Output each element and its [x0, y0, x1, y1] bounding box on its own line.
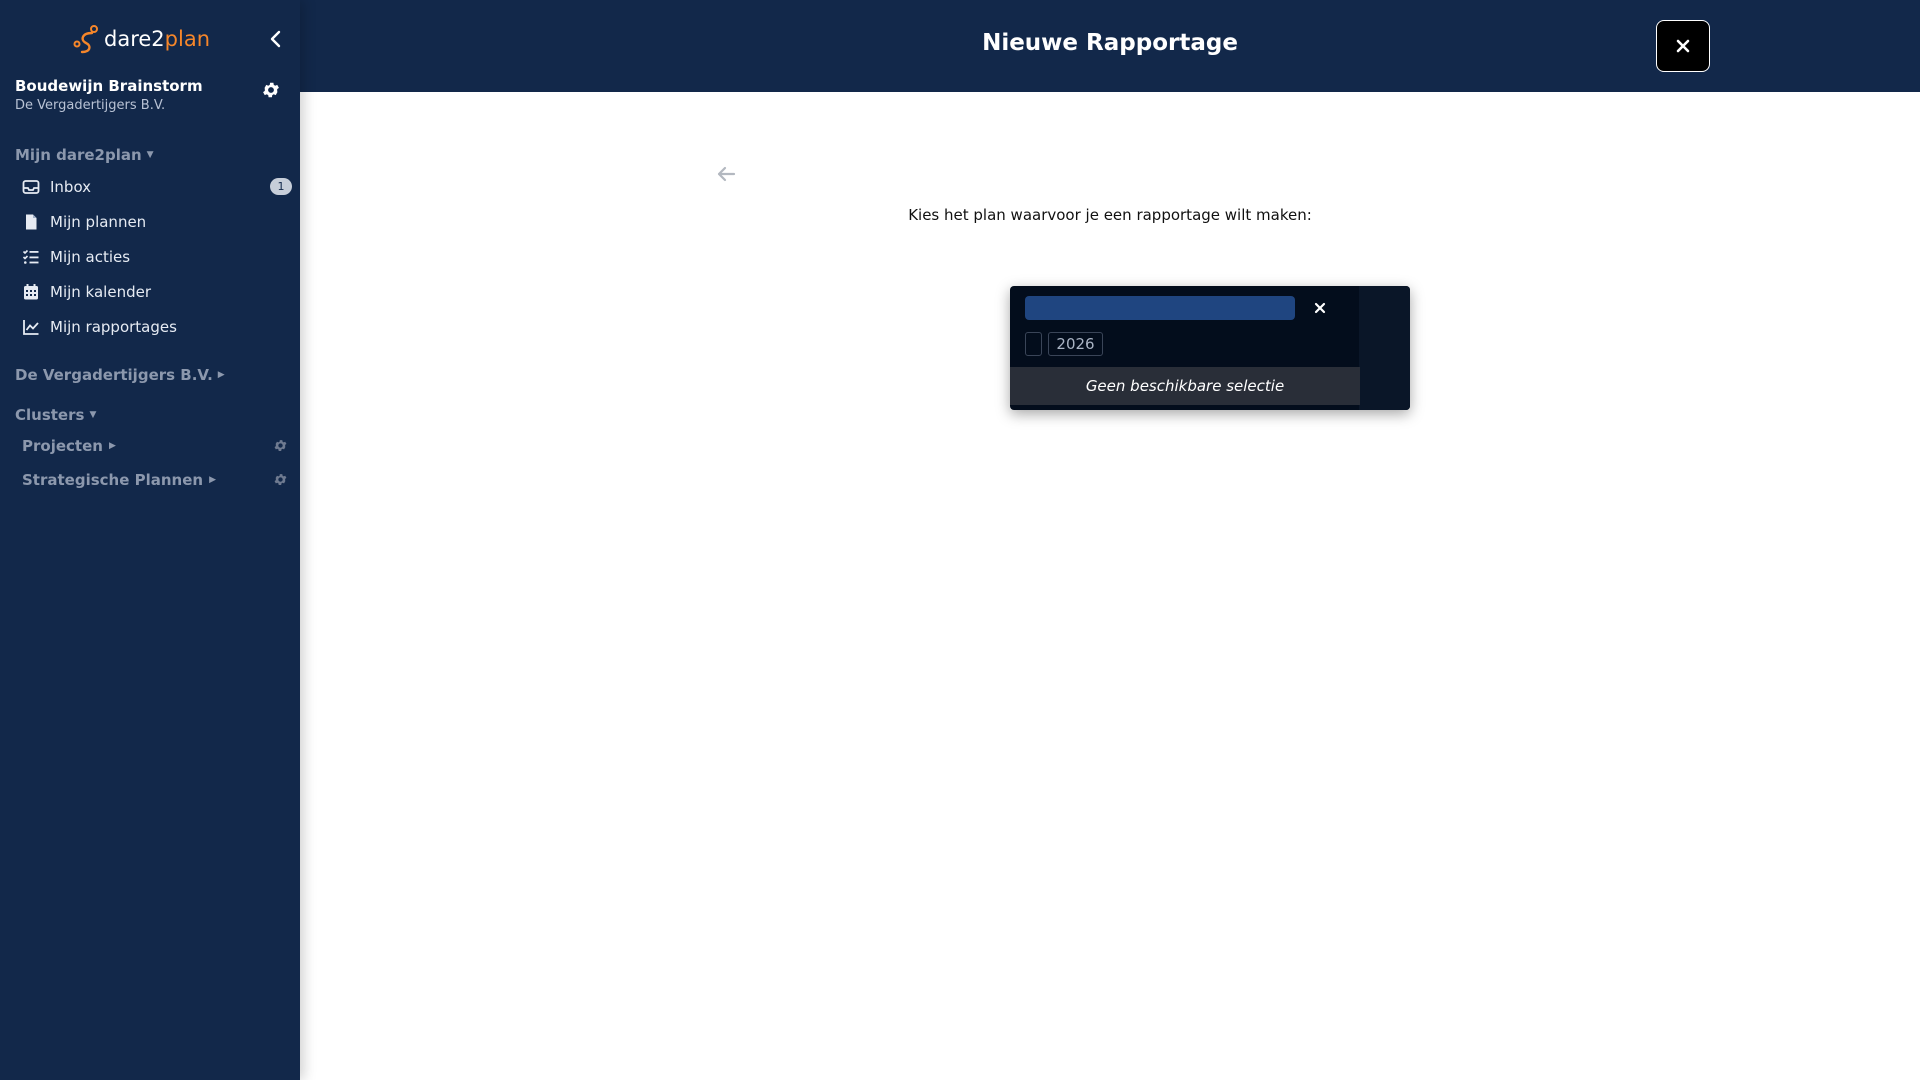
caret-down-icon: ▼ — [89, 410, 97, 420]
sidebar-item-mijn-acties[interactable]: Mijn acties — [22, 242, 292, 272]
year-filter-chip[interactable]: 2026 — [1048, 332, 1103, 356]
logo-text-dare2: dare2 — [104, 27, 165, 51]
sidebar-item-label: Inbox — [50, 178, 92, 196]
close-button[interactable] — [1656, 20, 1710, 72]
section-clusters[interactable]: Clusters ▼ — [15, 406, 96, 424]
user-profile: Boudewijn Brainstorm De Vergadertijgers … — [15, 76, 285, 116]
gear-icon[interactable] — [261, 80, 281, 100]
caret-right-icon: ▶ — [108, 441, 116, 451]
caret-right-icon: ▶ — [209, 475, 216, 485]
logo-row: dare2 plan — [0, 20, 300, 58]
calendar-icon — [24, 284, 38, 300]
close-icon — [1676, 39, 1690, 53]
sidebar-item-mijn-plannen[interactable]: Mijn plannen — [22, 207, 292, 237]
sidebar-item-label: Mijn kalender — [50, 283, 151, 301]
collapse-sidebar-button[interactable] — [264, 26, 286, 52]
logo-mark-icon — [73, 25, 98, 54]
cluster-item-projecten[interactable]: Projecten ▶ — [22, 434, 288, 458]
section-org-label: De Vergadertijgers B.V. — [15, 366, 213, 384]
picker-side-strip — [1359, 286, 1410, 410]
sidebar-item-mijn-kalender[interactable]: Mijn kalender — [22, 277, 292, 307]
close-icon — [1314, 302, 1326, 314]
section-clusters-label: Clusters — [15, 406, 85, 424]
gear-icon[interactable] — [273, 472, 288, 487]
sidebar-item-inbox[interactable]: Inbox 1 — [22, 172, 292, 202]
user-organization: De Vergadertijgers B.V. — [15, 98, 166, 113]
inbox-count-badge: 1 — [270, 178, 292, 195]
gear-icon[interactable] — [273, 438, 288, 453]
no-options-message: Geen beschikbare selectie — [1010, 367, 1360, 405]
plan-search-input[interactable] — [1025, 296, 1295, 320]
file-icon — [26, 214, 37, 230]
inbox-icon — [22, 180, 40, 194]
sidebar-item-label: Mijn plannen — [50, 213, 147, 231]
tasks-icon — [22, 249, 39, 264]
top-header: Nieuwe Rapportage — [300, 0, 1920, 92]
caret-down-icon: ▼ — [146, 150, 154, 160]
logo-text-plan: plan — [164, 27, 210, 51]
plan-picker-dropdown: 2026 Geen beschikbare selectie — [1010, 286, 1410, 410]
section-mijn-label: Mijn dare2plan — [15, 146, 142, 164]
chevron-left-icon — [270, 30, 281, 48]
section-mijn-dare2plan[interactable]: Mijn dare2plan ▼ — [15, 146, 154, 164]
sidebar: dare2 plan Boudewijn Brainstorm De Vergad… — [0, 0, 300, 1080]
year-checkbox[interactable] — [1025, 332, 1042, 356]
sidebar-item-label: Mijn rapportages — [50, 318, 177, 336]
section-organization[interactable]: De Vergadertijgers B.V. ▶ — [15, 366, 225, 384]
plan-select-prompt: Kies het plan waarvoor je een rapportage… — [908, 206, 1312, 224]
logo[interactable]: dare2 plan — [72, 24, 210, 54]
cluster-label: Strategische Plannen — [22, 471, 204, 489]
arrow-left-icon[interactable] — [714, 162, 738, 186]
cluster-item-strategische-plannen[interactable]: Strategische Plannen ▶ — [22, 468, 288, 492]
sidebar-item-label: Mijn acties — [50, 248, 131, 266]
chart-line-icon — [23, 320, 39, 335]
cluster-label: Projecten — [22, 437, 103, 455]
sidebar-item-mijn-rapportages[interactable]: Mijn rapportages — [22, 312, 292, 342]
caret-right-icon: ▶ — [217, 370, 225, 380]
user-name: Boudewijn Brainstorm — [15, 77, 203, 95]
clear-selection-button[interactable] — [1308, 296, 1332, 320]
